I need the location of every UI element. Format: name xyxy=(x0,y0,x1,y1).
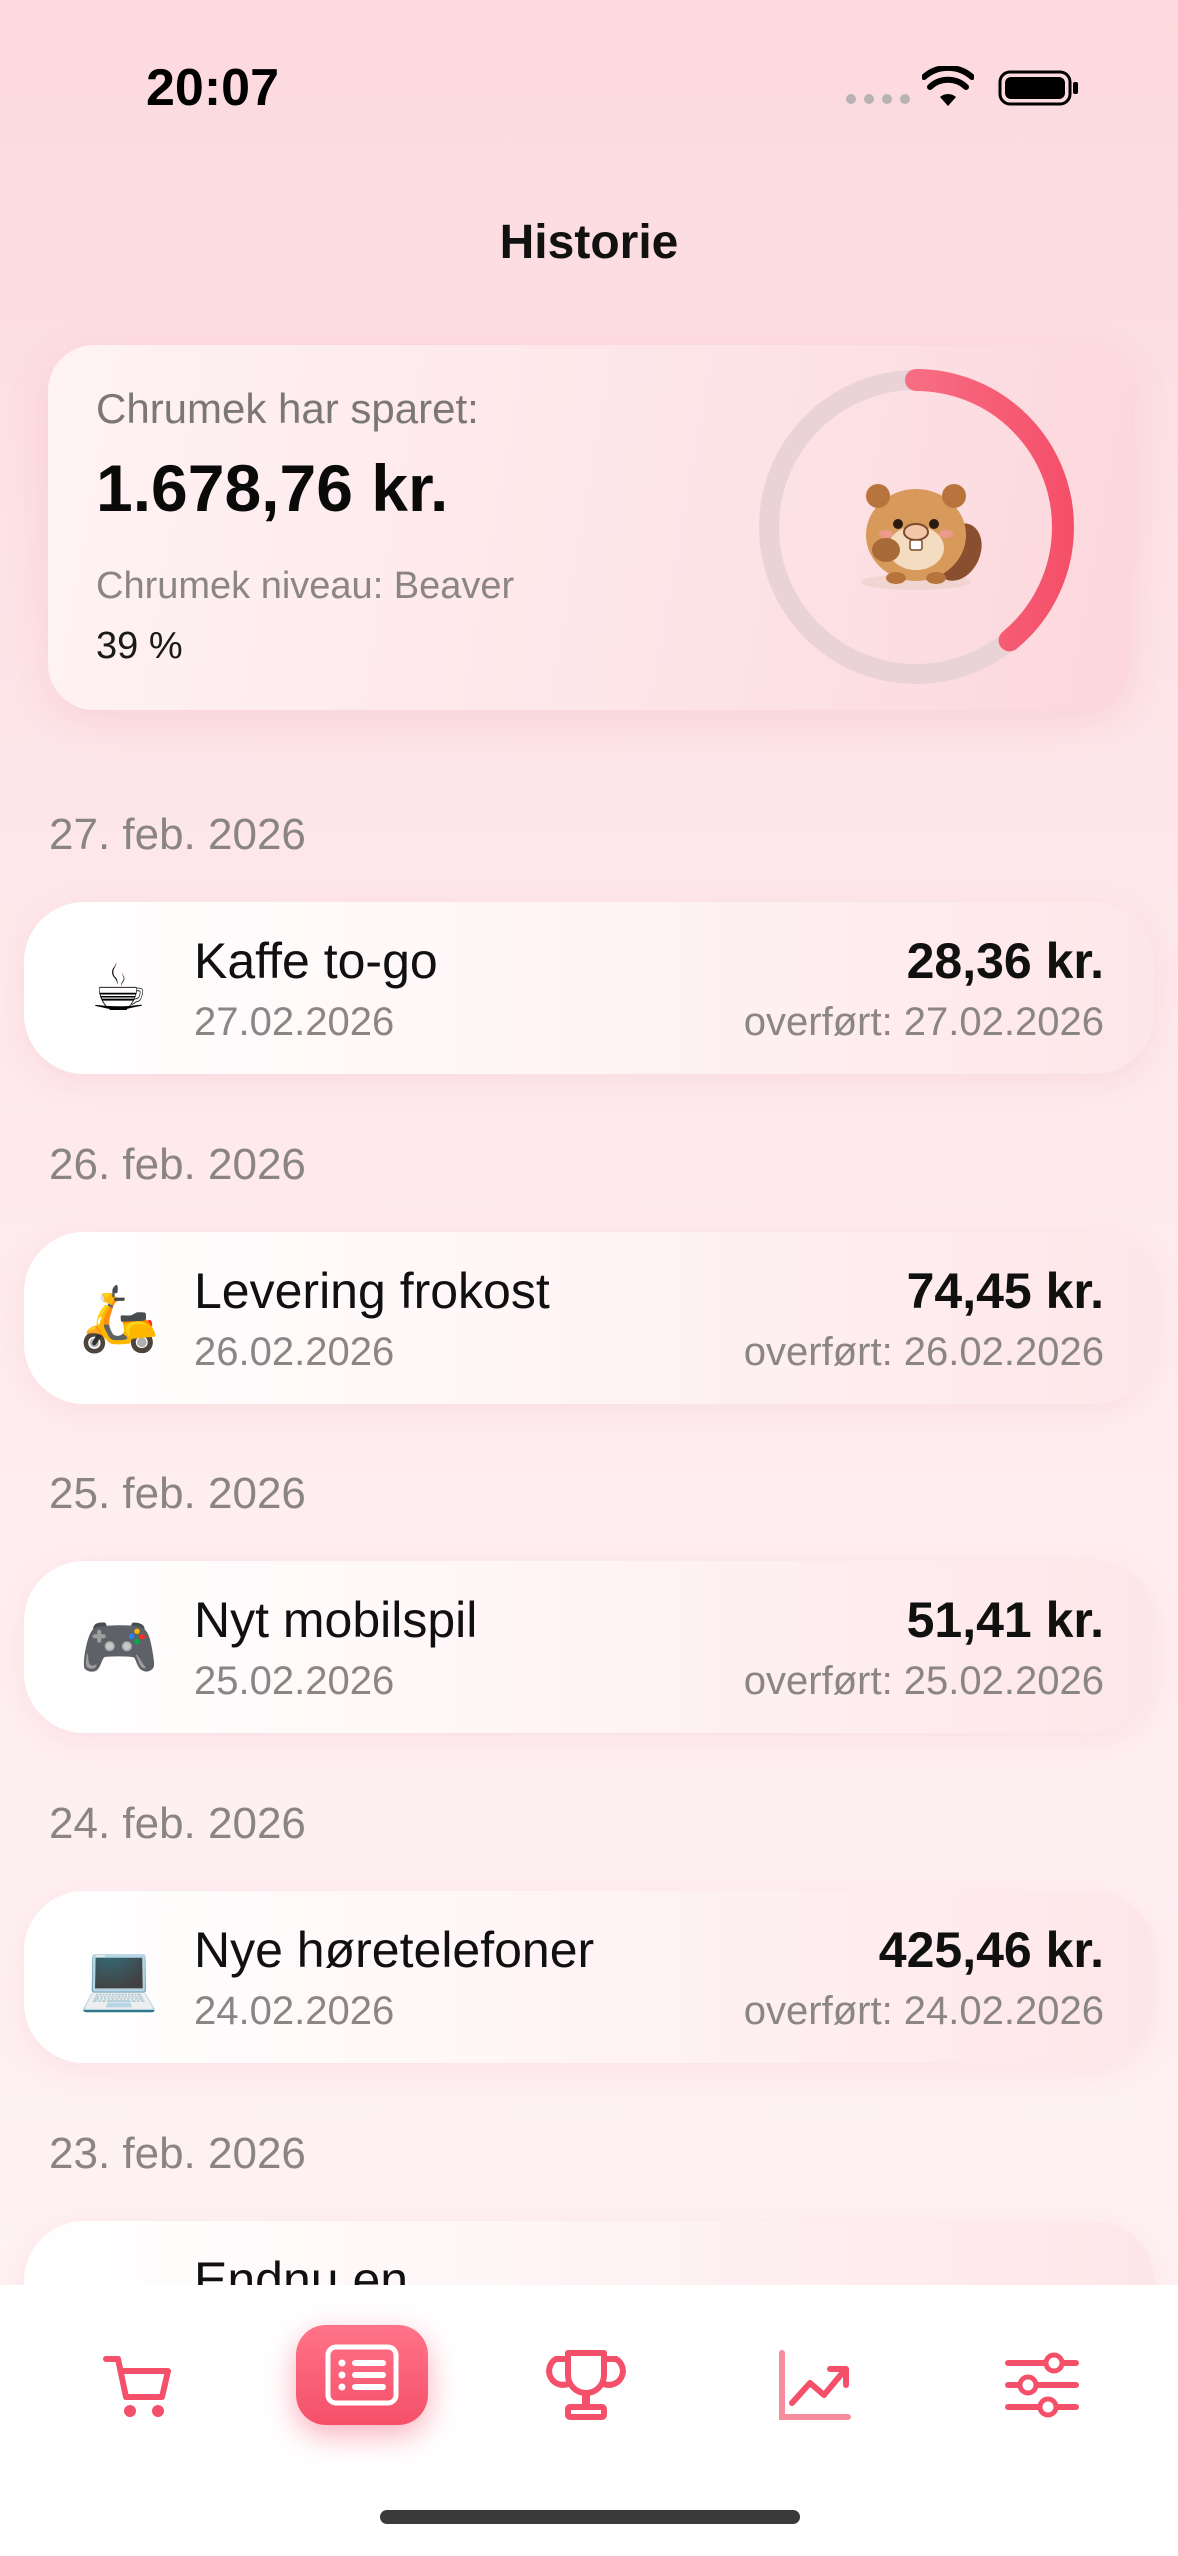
transfer-date: overført: 24.02.2026 xyxy=(743,1989,1104,2033)
day-header: 24. feb. 2026 xyxy=(49,1799,306,1848)
home-indicator xyxy=(380,2510,800,2524)
day-header: 23. feb. 2026 xyxy=(49,2129,306,2178)
transaction-date: 26.02.2026 xyxy=(194,1330,395,1374)
battery-icon xyxy=(998,70,1078,106)
page-title: Historie xyxy=(499,216,679,269)
beaver-mascot-icon xyxy=(861,484,982,590)
laptop-icon: 💻 xyxy=(79,1941,159,2013)
transaction-title: Nye høretelefoner xyxy=(194,1922,595,1978)
gamepad-icon: 🎮 xyxy=(79,1611,159,1683)
transaction-amount: 28,36 kr. xyxy=(906,933,1104,989)
transaction-card[interactable]: ☕ Kaffe to-go 27.02.2026 28,36 kr. overført:… xyxy=(24,902,1154,1074)
status-time: 20:07 xyxy=(146,59,279,117)
tab-achievements[interactable] xyxy=(536,2335,636,2435)
transaction-card[interactable]: 💻 Nye høretelefoner 24.02.2026 425,46 kr. ov… xyxy=(24,1891,1154,2063)
level-label: Chrumek niveau: Beaver xyxy=(96,565,515,607)
transaction-date: 25.02.2026 xyxy=(194,1659,395,1703)
transfer-date: overført: 25.02.2026 xyxy=(743,1659,1104,1703)
transaction-card[interactable]: 🎮 Nyt mobilspil 25.02.2026 51,41 kr. overfør… xyxy=(24,1561,1154,1733)
trophy-icon xyxy=(546,2350,626,2420)
coffee-icon: ☕ xyxy=(90,952,148,1024)
status-bar: 20:07 xyxy=(0,0,1178,150)
transaction-title: Kaffe to-go xyxy=(194,933,438,989)
sliders-icon xyxy=(1005,2352,1079,2418)
day-header: 25. feb. 2026 xyxy=(49,1469,306,1518)
cart-icon xyxy=(103,2356,171,2417)
savings-summary-card: Chrumek har sparet: 1.678,76 kr. Chrumek… xyxy=(48,345,1130,710)
transaction-card[interactable]: 🛵 Levering frokost 26.02.2026 74,45 kr. over… xyxy=(24,1232,1154,1404)
level-progress-ring xyxy=(758,369,1074,685)
transaction-amount: 425,46 kr. xyxy=(878,1922,1104,1978)
saved-amount: 1.678,76 kr. xyxy=(96,451,449,525)
tab-history[interactable] xyxy=(296,2325,428,2425)
transaction-title: Nyt mobilspil xyxy=(194,1592,478,1648)
level-percent: 39 % xyxy=(96,625,183,667)
transaction-date: 27.02.2026 xyxy=(194,1000,395,1044)
transaction-amount: 51,41 kr. xyxy=(906,1592,1104,1648)
tab-settings[interactable] xyxy=(992,2335,1092,2435)
tab-shop[interactable] xyxy=(88,2335,188,2435)
cellular-signal-icon xyxy=(846,94,910,104)
day-header: 26. feb. 2026 xyxy=(49,1140,306,1189)
transaction-title: Levering frokost xyxy=(194,1263,550,1319)
scooter-icon: 🛵 xyxy=(79,1282,159,1354)
transfer-date: overført: 27.02.2026 xyxy=(743,1000,1104,1044)
tab-statistics[interactable] xyxy=(764,2335,864,2435)
transaction-amount: 74,45 kr. xyxy=(906,1263,1104,1319)
saved-label: Chrumek har sparet: xyxy=(96,385,479,432)
day-header: 27. feb. 2026 xyxy=(49,810,306,859)
wifi-icon xyxy=(922,66,974,106)
chart-trend-icon xyxy=(779,2350,851,2420)
transaction-date: 24.02.2026 xyxy=(194,1989,395,2033)
history-list-icon xyxy=(325,2344,399,2406)
transfer-date: overført: 26.02.2026 xyxy=(743,1330,1104,1374)
